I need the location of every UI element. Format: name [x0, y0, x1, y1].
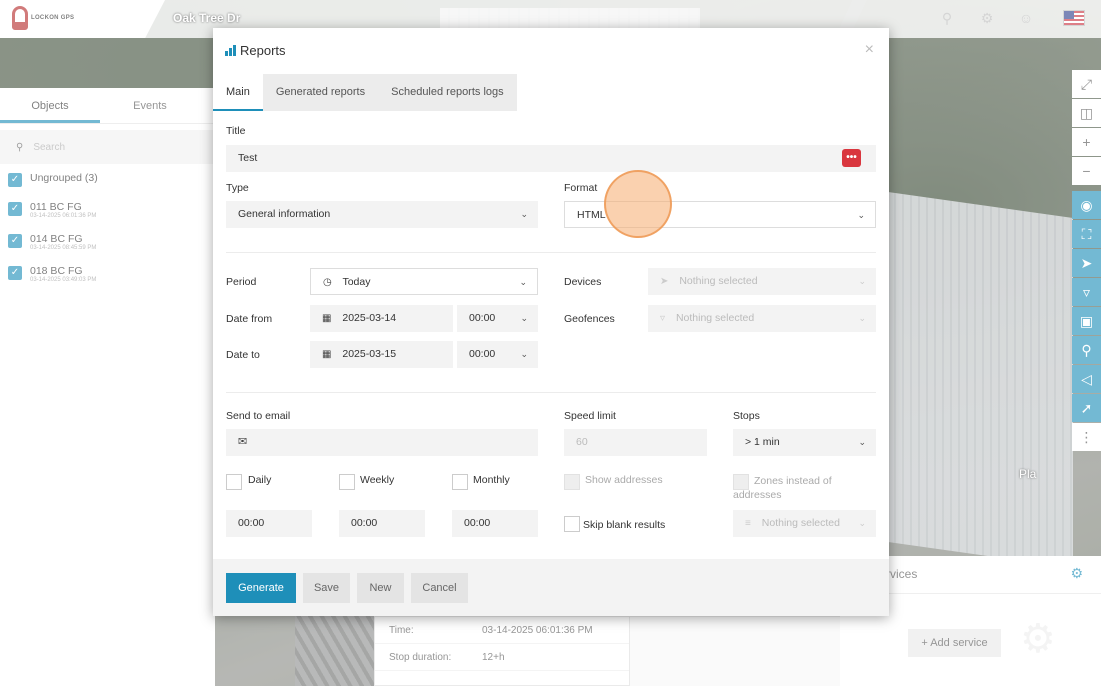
devices-value: Nothing selected	[679, 275, 758, 287]
title-value: Test	[238, 152, 258, 164]
tab-strip: Main Generated reports Scheduled reports…	[213, 74, 517, 111]
period-value: Today	[342, 276, 371, 288]
list-icon: ≡	[745, 518, 751, 529]
date-to-value: 2025-03-15	[342, 348, 397, 360]
weekly-label: Weekly	[360, 474, 395, 486]
stops-value: > 1 min	[745, 436, 780, 448]
period-label: Period	[226, 276, 257, 288]
type-value: General information	[238, 208, 331, 220]
daily-checkbox[interactable]	[226, 474, 242, 490]
daily-time-value: 00:00	[238, 517, 265, 529]
bar-chart-icon	[225, 45, 236, 56]
chevron-down-icon: ⌄	[858, 437, 866, 447]
skip-blank-label: Skip blank results	[583, 519, 666, 531]
monthly-time-input[interactable]: 00:00	[452, 510, 538, 537]
time-to-select[interactable]: 00:00 ⌄	[457, 341, 538, 368]
tab-main[interactable]: Main	[213, 74, 263, 111]
chevron-down-icon: ⌄	[520, 349, 528, 359]
calendar-icon: ▦	[322, 313, 332, 324]
stops-select[interactable]: > 1 min ⌄	[733, 429, 876, 456]
date-from-label: Date from	[226, 313, 273, 325]
geofences-value: Nothing selected	[675, 312, 755, 324]
modal-title: Reports	[225, 43, 286, 58]
monthly-label: Monthly	[473, 474, 510, 486]
zones-select[interactable]: ≡ Nothing selected ⌄	[733, 510, 876, 537]
speed-limit-label: Speed limit	[564, 410, 616, 422]
format-label: Format	[564, 182, 598, 194]
speed-limit-input[interactable]: 60	[564, 429, 707, 456]
modal-tabs: Main Generated reports Scheduled reports…	[213, 74, 889, 111]
time-from-value: 00:00	[469, 312, 496, 324]
tab-scheduled-reports-logs[interactable]: Scheduled reports logs	[378, 74, 517, 111]
date-to-input[interactable]: ▦ 2025-03-15	[310, 341, 453, 368]
cancel-button[interactable]: Cancel	[411, 573, 468, 603]
chevron-down-icon: ⌄	[857, 210, 865, 220]
calendar-icon: ▦	[322, 349, 332, 360]
modal-title-text: Reports	[240, 43, 286, 58]
modal-body: Title Test ••• Type General information …	[213, 111, 889, 559]
chevron-down-icon: ⌄	[858, 313, 866, 323]
chevron-down-icon: ⌄	[520, 209, 528, 219]
chevron-down-icon: ⌄	[858, 276, 866, 286]
format-value: HTML	[577, 209, 606, 221]
type-label: Type	[226, 182, 249, 194]
zones-select-value: Nothing selected	[761, 517, 840, 529]
date-to-label: Date to	[226, 349, 260, 361]
tab-generated-reports[interactable]: Generated reports	[263, 74, 378, 111]
geofences-label: Geofences	[564, 313, 615, 325]
geofence-icon: ▿	[660, 313, 666, 324]
weekly-time-input[interactable]: 00:00	[339, 510, 425, 537]
envelope-icon: ✉	[238, 436, 248, 448]
daily-time-input[interactable]: 00:00	[226, 510, 312, 537]
save-button[interactable]: Save	[303, 573, 350, 603]
daily-label: Daily	[248, 474, 272, 486]
divider	[226, 392, 876, 393]
chevron-down-icon: ⌄	[520, 313, 528, 323]
monthly-time-value: 00:00	[464, 517, 491, 529]
zones-instead-label: Zones instead of addresses	[733, 475, 832, 501]
chevron-down-icon: ⌄	[519, 277, 527, 287]
new-button[interactable]: New	[357, 573, 404, 603]
modal-footer: Generate Save New Cancel	[213, 559, 889, 616]
type-select[interactable]: General information ⌄	[226, 201, 538, 228]
send-to-email-label: Send to email	[226, 410, 291, 422]
generate-button[interactable]: Generate	[226, 573, 296, 603]
skip-blank-checkbox[interactable]	[564, 516, 580, 532]
monthly-checkbox[interactable]	[452, 474, 468, 490]
show-addresses-label: Show addresses	[585, 474, 663, 486]
geofences-select[interactable]: ▿ Nothing selected ⌄	[648, 305, 876, 332]
weekly-checkbox[interactable]	[339, 474, 355, 490]
click-indicator	[604, 170, 672, 238]
reports-modal: Reports × Main Generated reports Schedul…	[213, 28, 889, 616]
navigation-icon: ➤	[660, 276, 669, 287]
devices-select[interactable]: ➤ Nothing selected ⌄	[648, 268, 876, 295]
title-input[interactable]: Test •••	[226, 145, 876, 172]
title-label: Title	[226, 125, 246, 137]
divider	[226, 252, 876, 253]
modal-header: Reports ×	[213, 28, 889, 74]
date-from-value: 2025-03-14	[342, 312, 397, 324]
time-from-select[interactable]: 00:00 ⌄	[457, 305, 538, 332]
devices-label: Devices	[564, 276, 602, 288]
password-dots-icon[interactable]: •••	[842, 149, 861, 167]
stops-label: Stops	[733, 410, 760, 422]
period-select[interactable]: ◷ Today ⌄	[310, 268, 538, 295]
email-input[interactable]: ✉	[226, 429, 538, 456]
weekly-time-value: 00:00	[351, 517, 378, 529]
close-icon[interactable]: ×	[865, 41, 874, 59]
clock-icon: ◷	[323, 277, 332, 288]
time-to-value: 00:00	[469, 348, 496, 360]
chevron-down-icon: ⌄	[858, 518, 866, 528]
show-addresses-checkbox[interactable]	[564, 474, 580, 490]
date-from-input[interactable]: ▦ 2025-03-14	[310, 305, 453, 332]
speed-limit-placeholder: 60	[576, 436, 588, 448]
